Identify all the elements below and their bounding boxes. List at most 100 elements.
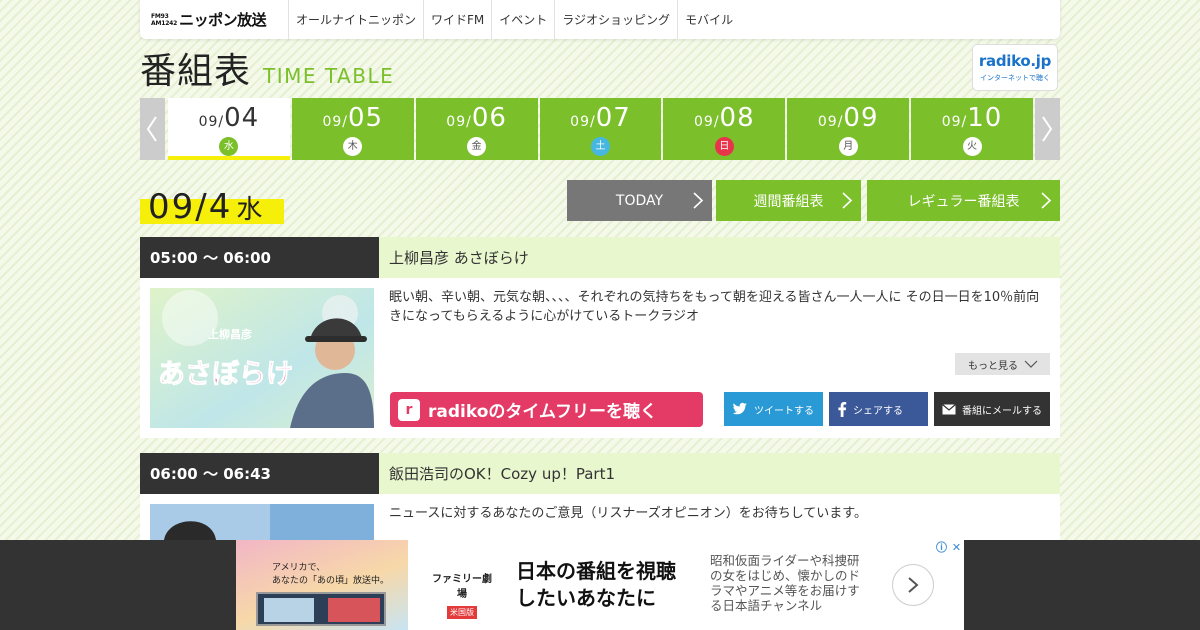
ad-subtext: 昭和仮面ライダーや科捜研の女をはじめ、懐かしのドラマやアニメ等をお届けする日本語… xyxy=(710,553,861,613)
current-date-heading: 09/4 水 xyxy=(140,187,284,227)
next-week-button[interactable] xyxy=(1034,98,1060,160)
ad-next-button[interactable] xyxy=(892,564,934,606)
radiko-logo-link[interactable]: radiko.jp インターネットで聴く xyxy=(972,44,1058,91)
radiko-logo-text: radiko.jp xyxy=(978,52,1052,70)
station-logo[interactable]: FM93 AM1242 ニッポン放送 xyxy=(140,0,289,39)
radiko-logo-sub: インターネットで聴く xyxy=(980,74,1050,82)
date-tab-0904[interactable]: 09/04 水 xyxy=(167,98,290,160)
page-title: 番組表 TIME TABLE xyxy=(140,50,394,94)
ad-caption-line-2: あなたの「あの頃」放送中。 xyxy=(272,576,390,586)
chevron-right-icon xyxy=(842,192,853,209)
nav-allnight[interactable]: オールナイトニッポン xyxy=(289,0,425,39)
tab-weekday-badge: 日 xyxy=(714,137,734,156)
chevron-down-icon xyxy=(1024,360,1038,368)
ad-headline: 日本の番組を視聴 したいあなたに xyxy=(516,558,676,612)
ad-close-icon[interactable]: ✕ xyxy=(949,540,964,555)
weekly-schedule-button[interactable]: 週間番組表 xyxy=(716,180,861,221)
thumbnail-small-text: 上柳昌彦 xyxy=(208,327,252,341)
tab-month: 09/ xyxy=(198,114,225,130)
program-thumbnail[interactable]: 上柳昌彦 あさぼらけ xyxy=(150,288,374,428)
radiko-timefree-button[interactable]: r radikoのタイムフリーを聴く xyxy=(390,392,703,427)
program-title[interactable]: 飯田浩司のOK！Cozy up！Part1 xyxy=(379,453,1060,494)
ad-image-caption: アメリカで、 あなたの「あの頃」放送中。 xyxy=(272,562,389,588)
radiko-timefree-label: radikoのタイムフリーを聴く xyxy=(428,402,658,422)
date-tab-0910[interactable]: 09/10 火 xyxy=(911,98,1033,160)
facebook-share-button[interactable]: シェアする xyxy=(829,392,928,426)
tweet-label: ツイートする xyxy=(754,405,814,417)
ad-headline-line-1: 日本の番組を視聴 xyxy=(516,559,676,583)
program-description: ニュースに対するあなたのご意見（リスナーズオピニオン）をお待ちしています。 xyxy=(389,506,868,521)
tab-day: 05 xyxy=(347,103,384,133)
tab-day: 06 xyxy=(471,103,507,133)
ad-brand: ファミリー劇場 米国版 xyxy=(432,570,492,619)
ad-banner[interactable]: アメリカで、 あなたの「あの頃」放送中。 ファミリー劇場 米国版 日本の番組を視… xyxy=(236,540,964,630)
program-time: 06:00 ～ 06:43 xyxy=(140,453,379,494)
tab-month: 09/ xyxy=(446,114,472,130)
tab-month: 09/ xyxy=(322,114,348,130)
regular-schedule-button[interactable]: レギュラー番組表 xyxy=(867,180,1060,221)
more-button[interactable]: もっと見る xyxy=(955,353,1050,375)
tab-weekday-badge: 水 xyxy=(219,137,239,156)
radiko-icon: r xyxy=(398,398,420,421)
tab-weekday-badge: 金 xyxy=(467,137,487,156)
program-body: 上柳昌彦 あさぼらけ 眠い朝、辛い朝、元気な朝、、、、それぞれの気持ちをもって朝… xyxy=(140,278,1060,438)
nav-widefm[interactable]: ワイドFM xyxy=(424,0,493,39)
today-button-label: TODAY xyxy=(615,192,664,209)
current-weekday: 水 xyxy=(236,195,265,225)
twitter-icon xyxy=(732,402,747,415)
thumbnail-title-text: あさぼらけ xyxy=(158,359,293,390)
ad-corner-controls: ⓘ ✕ xyxy=(934,540,964,555)
tab-month: 09/ xyxy=(570,114,596,130)
today-button[interactable]: TODAY xyxy=(567,180,712,221)
program-header: 05:00 ～ 06:00 上柳昌彦 あさぼらけ xyxy=(140,237,1060,278)
tweet-button[interactable]: ツイートする xyxy=(724,392,823,426)
tab-weekday-badge: 土 xyxy=(590,137,610,156)
tab-day: 09 xyxy=(843,103,879,133)
tab-weekday-badge: 火 xyxy=(962,137,982,156)
chevron-right-icon xyxy=(1042,116,1053,142)
page-title-jp: 番組表 xyxy=(140,51,252,92)
ad-info-icon[interactable]: ⓘ xyxy=(934,540,949,555)
tab-month: 09/ xyxy=(941,114,968,130)
prev-week-button[interactable] xyxy=(140,98,165,160)
tv-illustration xyxy=(256,592,386,626)
logo-frequencies: FM93 AM1242 xyxy=(151,13,177,27)
regular-schedule-label: レギュラー番組表 xyxy=(907,193,1020,210)
program-description: 眠い朝、辛い朝、元気な朝、、、、それぞれの気持ちをもって朝を迎える皆さん一人一人… xyxy=(389,290,1040,324)
ad-caption-line-1: アメリカで、 xyxy=(272,563,326,573)
date-tab-0906[interactable]: 09/06 金 xyxy=(415,98,538,160)
more-label: もっと見る xyxy=(968,360,1018,372)
program-title[interactable]: 上柳昌彦 あさぼらけ xyxy=(379,237,1060,278)
chevron-right-icon xyxy=(908,577,919,593)
tab-day: 10 xyxy=(967,103,1003,133)
tab-month: 09/ xyxy=(694,114,720,130)
mail-icon xyxy=(942,403,956,414)
logo-am-label: AM1242 xyxy=(151,19,178,27)
tv-screen-left xyxy=(264,598,314,622)
page-title-en: TIME TABLE xyxy=(263,64,395,88)
mail-program-button[interactable]: 番組にメールする xyxy=(934,392,1050,426)
program-time: 05:00 ～ 06:00 xyxy=(140,237,379,278)
ad-image: アメリカで、 あなたの「あの頃」放送中。 xyxy=(236,540,408,630)
ad-headline-line-2: したいあなたに xyxy=(516,586,656,610)
nav-event[interactable]: イベント xyxy=(492,0,556,39)
chevron-right-icon xyxy=(1041,192,1052,209)
ad-brand-name: ファミリー劇場 xyxy=(432,574,492,600)
nav-mobile[interactable]: モバイル xyxy=(678,0,740,39)
date-tab-0908[interactable]: 09/08 日 xyxy=(663,98,786,160)
chevron-right-icon xyxy=(693,192,704,209)
date-tab-0907[interactable]: 09/07 土 xyxy=(539,98,662,160)
ad-brand-badge: 米国版 xyxy=(447,606,477,619)
nav-shopping[interactable]: ラジオショッピング xyxy=(555,0,679,39)
date-tab-0909[interactable]: 09/09 月 xyxy=(787,98,910,160)
date-tab-0905[interactable]: 09/05 木 xyxy=(291,98,414,160)
mail-label: 番組にメールする xyxy=(962,405,1042,417)
tab-weekday-badge: 木 xyxy=(343,137,363,156)
current-date: 09/4 xyxy=(148,187,233,227)
tab-month: 09/ xyxy=(817,114,844,130)
date-tabs: 09/04 水 09/05 木 09/06 金 09/07 土 09/08 日 … xyxy=(140,98,1060,160)
facebook-icon xyxy=(838,401,847,417)
chevron-left-icon xyxy=(147,116,158,142)
weekly-schedule-label: 週間番組表 xyxy=(753,193,824,210)
tab-day: 04 xyxy=(224,103,260,133)
